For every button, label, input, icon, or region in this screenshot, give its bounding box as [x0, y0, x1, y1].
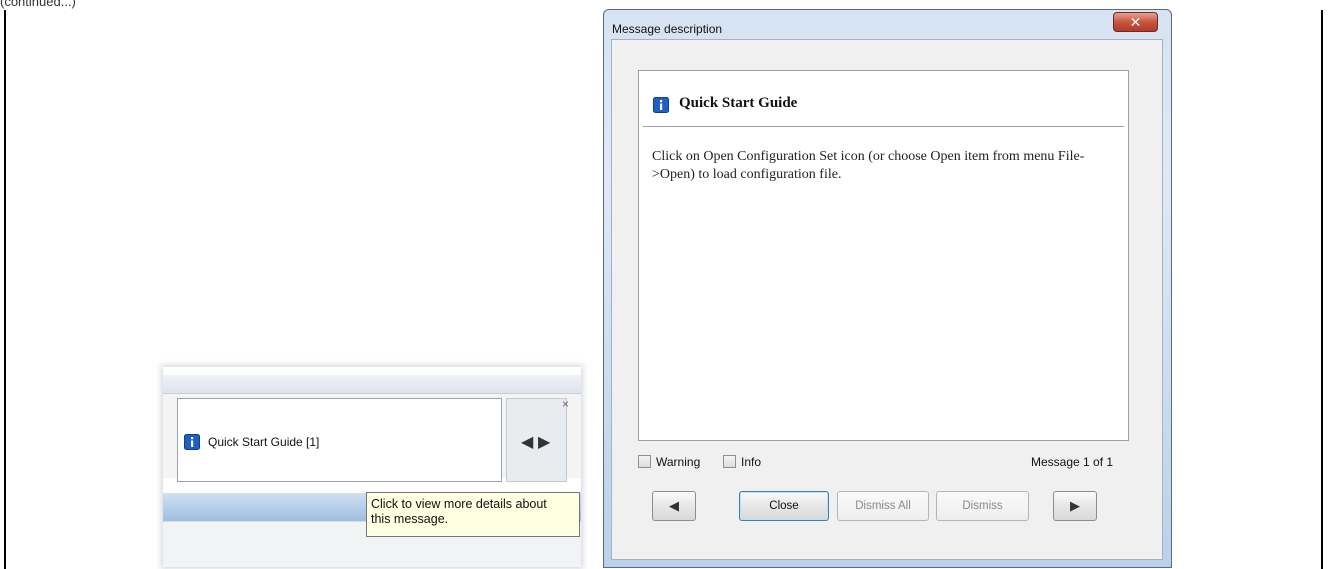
close-button[interactable]: Close	[739, 491, 829, 521]
close-icon[interactable]: ×	[562, 397, 569, 411]
dismiss-all-button[interactable]: Dismiss All	[837, 491, 929, 521]
tooltip: Click to view more details about this me…	[366, 492, 580, 537]
arrow-left-icon[interactable]: ◀	[521, 432, 533, 452]
message-description-dialog: Message description ✕ Quick Start Guide …	[603, 9, 1172, 568]
info-checkbox[interactable]: Info	[723, 455, 761, 469]
arrow-right-icon[interactable]: ▶	[538, 432, 550, 452]
message-counter: Message 1 of 1	[1031, 455, 1114, 469]
info-icon	[184, 434, 200, 450]
warning-checkbox[interactable]: Warning	[638, 455, 700, 469]
checkbox-box[interactable]	[723, 455, 736, 468]
notification-text: Quick Start Guide [1]	[208, 435, 320, 449]
dismiss-button[interactable]: Dismiss	[936, 491, 1029, 521]
notification-item[interactable]: Quick Start Guide [1]	[177, 398, 502, 482]
info-icon	[653, 97, 669, 113]
checkbox-box[interactable]	[638, 455, 651, 468]
next-message-button[interactable]: ▶	[1053, 491, 1097, 521]
message-panel: Quick Start Guide Click on Open Configur…	[638, 70, 1129, 441]
notification-inset: Quick Start Guide [1] ◀ ▶ × Click to vie…	[163, 367, 581, 567]
previous-message-button[interactable]: ◀	[652, 491, 696, 521]
arrow-left-icon: ◀	[669, 498, 679, 513]
notification-nav: ◀ ▶	[506, 398, 567, 482]
dialog-client-area: Quick Start Guide Click on Open Configur…	[611, 39, 1163, 560]
tooltip-line: this message.	[371, 512, 449, 526]
tooltip-line: Click to view more details about	[371, 497, 547, 511]
message-body: Click on Open Configuration Set icon (or…	[652, 149, 1085, 182]
warning-label: Warning	[656, 455, 701, 469]
window-close-button[interactable]: ✕	[1113, 12, 1158, 32]
info-label: Info	[741, 455, 762, 469]
divider	[643, 126, 1124, 127]
dialog-title: Message description	[612, 22, 723, 36]
inset-toolbar	[163, 375, 581, 394]
message-title: Quick Start Guide	[679, 95, 798, 111]
arrow-right-icon: ▶	[1070, 498, 1080, 513]
